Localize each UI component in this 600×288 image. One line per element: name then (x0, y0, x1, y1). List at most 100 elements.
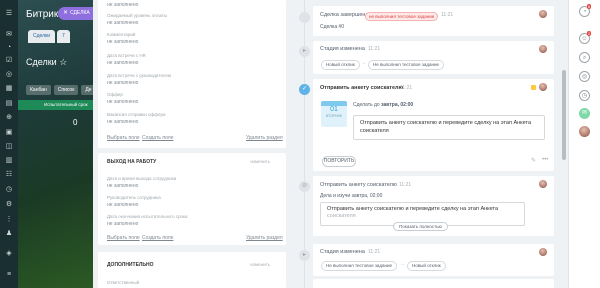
due-date[interactable]: завтра, 02:00 (381, 102, 413, 108)
invite-icon[interactable]: ♟ (4, 230, 14, 238)
field-value[interactable]: не заполнено (107, 99, 138, 105)
item-time: 11:21 (368, 249, 381, 255)
tab-kanban[interactable]: Канбан (26, 85, 51, 95)
calendar-icon: 01 ВТОРНИК (321, 101, 347, 127)
stage-change-dot: ▸ (299, 250, 310, 261)
field-value[interactable]: не заполнено (107, 119, 138, 125)
field-value[interactable]: не заполнено (107, 2, 138, 8)
avatar[interactable] (539, 83, 547, 91)
stage-count: 0 (73, 118, 78, 127)
delete-section-link[interactable]: Удалить раздел (246, 135, 283, 141)
timeline-item-deal-closed: Сделка завершена не выполнил тестовое за… (313, 6, 554, 36)
drive-icon[interactable]: ▤ (4, 100, 14, 108)
item-title[interactable]: Отправить анкету соискателю (320, 85, 403, 91)
note-icon[interactable]: ✎ (531, 157, 536, 164)
field-label: Вакансия отправки оффера (107, 112, 166, 117)
company-icon[interactable]: ▥ (4, 157, 14, 165)
field-value[interactable]: не заполнено (107, 60, 138, 66)
background-crm: Битрик ✕ СДЕЛКА Сделки 7 Сделки ☆ Канбан… (18, 0, 93, 288)
view-switcher: Канбан Список Де (26, 85, 93, 95)
item-title: Сделка завершена (320, 12, 369, 18)
field-label: Дата встречи с HR (107, 53, 146, 58)
tab-other[interactable]: Де (81, 85, 93, 95)
field-value[interactable]: не заполнено (107, 183, 138, 189)
description-line: Отправить анкету соискателю и переведите… (327, 206, 499, 212)
page-title: Сделки ☆ (26, 57, 68, 67)
delete-section-link[interactable]: Удалить раздел (246, 235, 283, 241)
section-title: ДОПОЛНИТЕЛЬНО (107, 262, 154, 268)
timeline: Сделка завершена не выполнил тестовое за… (290, 0, 560, 288)
item-text[interactable]: Сделка #0 (320, 24, 344, 30)
user-avatar[interactable] (579, 126, 590, 137)
tab-list[interactable]: Список (53, 85, 79, 95)
contacts-icon[interactable]: ⊕ (4, 114, 14, 122)
item-time: 11:21 (400, 85, 413, 91)
avatar[interactable] (539, 180, 547, 188)
item-time: 11:21 (399, 182, 412, 188)
collapse-icon[interactable]: ≡ (4, 271, 14, 279)
more-icon[interactable]: ••• (542, 157, 548, 163)
timeline-item-partial (313, 279, 554, 288)
timeline-line (304, 0, 305, 288)
apps-icon[interactable]: ☷ (4, 171, 14, 179)
repeat-button[interactable]: ПОВТОРИТЬ (322, 156, 356, 167)
deal-pill[interactable]: ✕ СДЕЛКА (58, 7, 93, 20)
calendar-month: ВТОРНИК (325, 114, 343, 118)
form-section-start-work: ВЫХОД НА РАБОТУ изменить Дата и время вы… (98, 153, 286, 245)
deal-form: не заполнено Ожидаемый уровень оплаты не… (93, 0, 290, 288)
section-edit-link[interactable]: изменить (250, 159, 270, 164)
chat-icon[interactable]: ✉ (4, 31, 14, 39)
tab-count[interactable]: 7 (57, 30, 70, 43)
close-icon[interactable]: ✕ (63, 7, 68, 20)
field-label: Комментарий (107, 32, 136, 37)
field-value[interactable]: не заполнено (107, 80, 138, 86)
field-value[interactable]: не заполнено (107, 221, 138, 227)
menu-icon[interactable]: ☰ (4, 10, 14, 18)
crm-icon[interactable]: ◎ (4, 71, 14, 79)
choose-field-link[interactable]: Выбрать поле (107, 235, 140, 241)
time-icon[interactable]: ◷ (4, 186, 14, 194)
avatar[interactable] (539, 10, 547, 18)
section-title: ВЫХОД НА РАБОТУ (107, 159, 157, 165)
field-label: Ожидаемый уровень оплаты (107, 13, 168, 18)
settings-icon[interactable]: ⚙ (4, 201, 14, 209)
timeline-dot (299, 12, 310, 23)
avatar[interactable] (539, 248, 547, 256)
section-edit-link[interactable]: изменить (250, 262, 270, 267)
feed-icon[interactable]: ◔ (4, 44, 14, 52)
more-icon[interactable]: ⋮ (4, 216, 14, 224)
check-icon: ✓ (299, 84, 310, 95)
choose-field-link[interactable]: Выбрать поле (107, 135, 140, 141)
arrow-icon: → (400, 261, 405, 267)
search-icon[interactable]: ⌕ (579, 52, 590, 63)
history-icon[interactable]: ◷ (579, 90, 590, 101)
show-more-button[interactable]: Показать полностью (393, 222, 448, 231)
market-icon[interactable]: ◈ (4, 250, 14, 258)
group-chat-icon[interactable]: ✉ (579, 108, 590, 119)
due-prefix: Сделать до (353, 102, 380, 108)
activity-description[interactable]: Отправить анкету соискателю и переведите… (353, 115, 545, 140)
shop-icon[interactable]: ▣ (4, 129, 14, 137)
right-panel: ◔ 6 ☺ 2 ⌕ ◎ ◷ ✉ (568, 0, 600, 288)
field-value[interactable]: не заполнено (107, 39, 138, 45)
create-field-link[interactable]: Создать поле (142, 235, 173, 241)
item-title[interactable]: Отправить анкету соискателю (320, 182, 397, 188)
scrollbar[interactable] (560, 0, 568, 288)
calendar-icon[interactable]: ▦ (4, 85, 14, 93)
tasks-icon[interactable]: ☑ (4, 57, 14, 65)
tab-deals[interactable]: Сделки (28, 30, 56, 43)
sites-icon[interactable]: ◫ (4, 143, 14, 151)
status-badge: не выполнил тестовое задание (365, 12, 439, 21)
calls-icon[interactable]: ◎ (579, 71, 590, 82)
create-field-link[interactable]: Создать поле (142, 135, 173, 141)
field-value[interactable]: не заполнено (107, 20, 138, 26)
avatar[interactable] (539, 45, 547, 53)
item-title: Стадия изменена (320, 249, 365, 255)
timeline-item-stage-change: Стадия изменена 11:21 Не выполнил тестов… (313, 244, 554, 276)
field-value[interactable]: не заполнено (107, 202, 138, 208)
flag-icon[interactable] (531, 85, 536, 90)
item-time: 11:21 (368, 46, 381, 52)
background-tabs: Сделки 7 (28, 30, 70, 43)
scrollbar-thumb[interactable] (562, 70, 566, 160)
stage-column-header: Испытательный срок (18, 100, 93, 110)
